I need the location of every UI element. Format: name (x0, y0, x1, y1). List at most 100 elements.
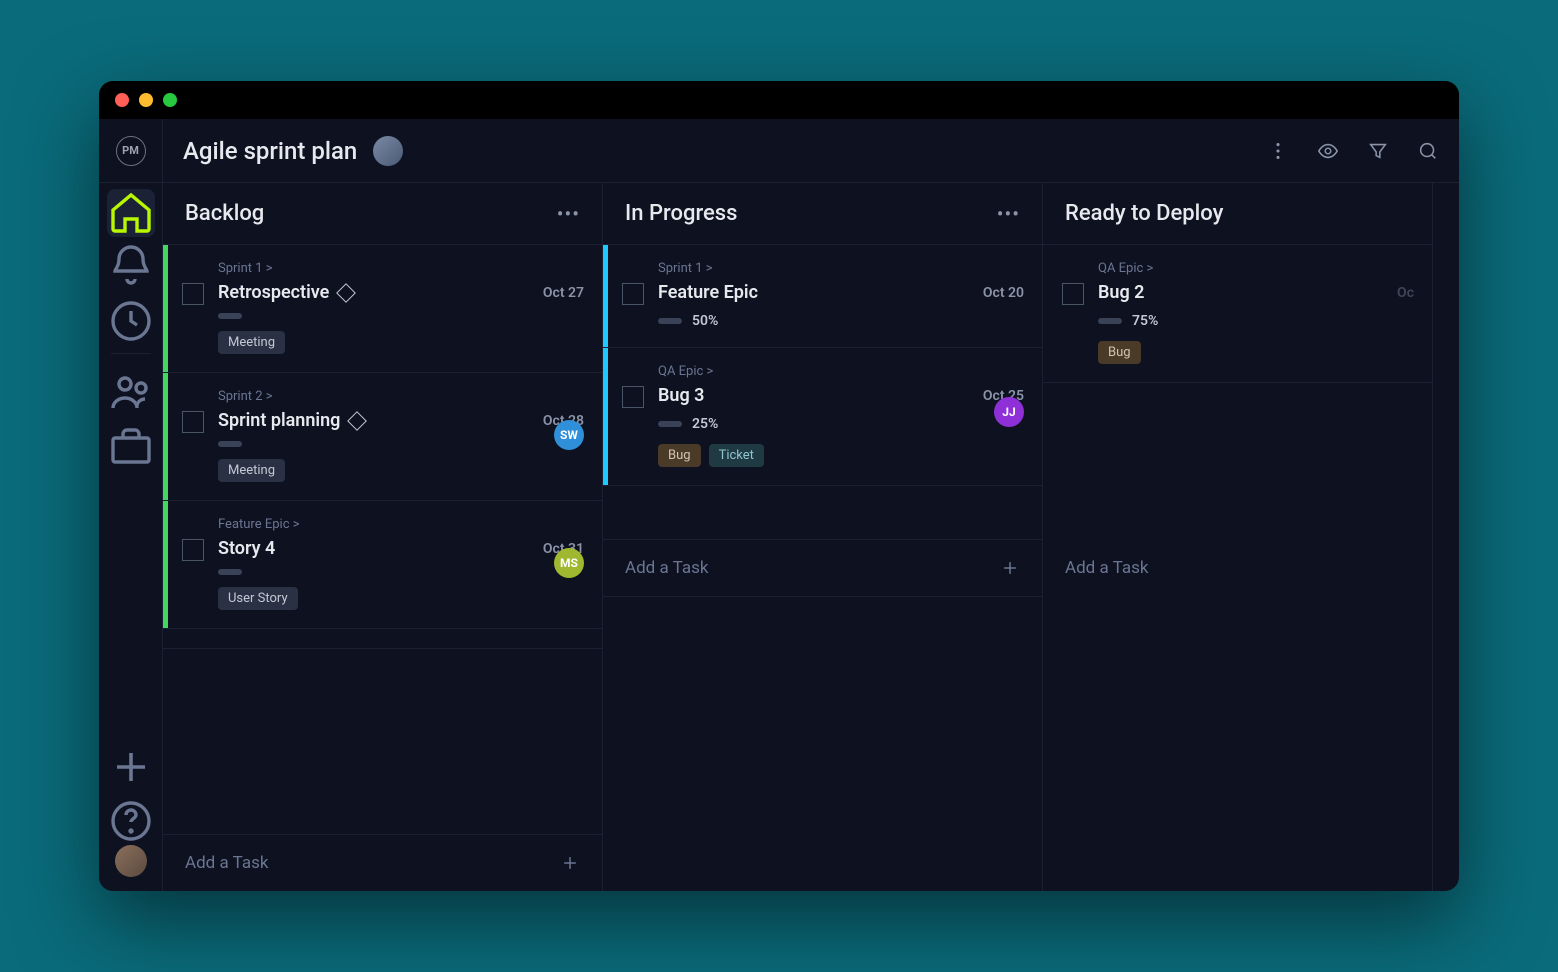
task-date: Oc (1397, 285, 1414, 301)
card-accent (163, 501, 168, 628)
sidebar-team-button[interactable] (107, 368, 155, 416)
plus-icon (1000, 558, 1020, 578)
more-vertical-icon (1267, 140, 1289, 162)
clock-icon (107, 297, 155, 345)
task-parent[interactable]: Sprint 1 > (218, 261, 584, 276)
task-title: Bug 2 (1098, 282, 1144, 303)
add-task-label: Add a Task (185, 853, 268, 873)
plus-icon (107, 743, 155, 791)
task-parent[interactable]: Sprint 1 > (658, 261, 1024, 276)
task-parent[interactable]: Sprint 2 > (218, 389, 584, 404)
bell-icon (107, 243, 155, 291)
task-checkbox[interactable] (622, 283, 644, 305)
task-tag[interactable]: Meeting (218, 459, 285, 482)
people-icon (107, 368, 155, 416)
card-accent (163, 245, 168, 372)
task-parent[interactable]: QA Epic > (658, 364, 1024, 379)
add-task-button[interactable]: Add a Task (603, 539, 1042, 597)
sidebar-divider (111, 353, 151, 354)
window-close-button[interactable] (115, 93, 129, 107)
sidebar-recent-button[interactable] (107, 297, 155, 345)
card-list: Sprint 1 > Feature Epic Oct 20 50% (603, 245, 1042, 539)
sidebar-home-button[interactable] (107, 189, 155, 237)
plus-icon (560, 853, 580, 873)
progress-text: 50% (692, 313, 718, 329)
task-tag[interactable]: User Story (218, 587, 298, 610)
task-date: Oct 27 (543, 285, 584, 301)
progress-indicator (658, 318, 682, 324)
task-tag[interactable]: Ticket (709, 444, 764, 467)
more-button[interactable] (1267, 140, 1289, 162)
task-card[interactable]: Feature Epic > Story 4 Oct 31 User Story (163, 501, 602, 629)
sidebar-user-avatar[interactable] (115, 845, 147, 877)
column-title: Backlog (185, 201, 264, 226)
titlebar (99, 81, 1459, 119)
sidebar-help-button[interactable] (107, 797, 155, 845)
task-date: Oct 20 (983, 285, 1024, 301)
task-card[interactable]: Sprint 2 > Sprint planning Oct 28 Meetin… (163, 373, 602, 501)
column-backlog: Backlog ••• Sprint 1 > Retrospective (163, 183, 603, 891)
column-menu-button[interactable]: ••• (557, 202, 580, 226)
sidebar: PM (99, 119, 163, 891)
task-checkbox[interactable] (182, 411, 204, 433)
filter-button[interactable] (1367, 140, 1389, 162)
card-list: Sprint 1 > Retrospective Oct 27 Meeting (163, 245, 602, 834)
progress-indicator (218, 569, 242, 575)
app-window: PM (99, 81, 1459, 891)
header-actions (1267, 140, 1439, 162)
home-icon (107, 189, 155, 237)
column-menu-button[interactable]: ••• (997, 202, 1020, 226)
filter-icon (1367, 140, 1389, 162)
task-tag[interactable]: Bug (1098, 341, 1141, 364)
task-card[interactable]: QA Epic > Bug 2 Oc 75% B (1043, 245, 1432, 383)
task-title: Feature Epic (658, 282, 758, 303)
task-checkbox[interactable] (182, 539, 204, 561)
task-card[interactable]: Sprint 1 > Retrospective Oct 27 Meeting (163, 245, 602, 373)
card-accent (603, 245, 608, 347)
progress-text: 75% (1132, 313, 1158, 329)
card-accent (163, 373, 168, 500)
search-button[interactable] (1417, 140, 1439, 162)
column-ready-to-deploy: Ready to Deploy QA Epic > Bug 2 Oc (1043, 183, 1433, 891)
sidebar-projects-button[interactable] (107, 422, 155, 470)
column-title: In Progress (625, 201, 737, 226)
task-title: Sprint planning (218, 410, 340, 431)
briefcase-icon (107, 422, 155, 470)
window-minimize-button[interactable] (139, 93, 153, 107)
search-icon (1417, 140, 1439, 162)
sidebar-notifications-button[interactable] (107, 243, 155, 291)
task-card[interactable]: Sprint 1 > Feature Epic Oct 20 50% (603, 245, 1042, 348)
app-logo[interactable]: PM (99, 119, 163, 183)
app-body: PM (99, 119, 1459, 891)
add-task-button[interactable]: Add a Task (163, 834, 602, 891)
main-area: Agile sprint plan (163, 119, 1459, 891)
task-checkbox[interactable] (1062, 283, 1084, 305)
task-title: Story 4 (218, 538, 275, 559)
eye-icon (1317, 140, 1339, 162)
task-parent[interactable]: Feature Epic > (218, 517, 584, 532)
assignee-avatar[interactable]: MS (554, 548, 584, 578)
assignee-avatar[interactable]: JJ (994, 397, 1024, 427)
page-header: Agile sprint plan (163, 119, 1459, 183)
window-maximize-button[interactable] (163, 93, 177, 107)
project-owner-avatar[interactable] (373, 136, 403, 166)
add-task-label: Add a Task (625, 558, 708, 578)
card-divider (163, 629, 602, 649)
task-card[interactable]: QA Epic > Bug 3 Oct 25 25% (603, 348, 1042, 486)
visibility-button[interactable] (1317, 140, 1339, 162)
column-header: In Progress ••• (603, 183, 1042, 245)
progress-indicator (218, 441, 242, 447)
card-accent (603, 348, 608, 485)
add-task-label: Add a Task (1065, 558, 1148, 578)
add-task-button[interactable]: Add a Task (1043, 540, 1432, 596)
task-checkbox[interactable] (182, 283, 204, 305)
task-parent[interactable]: QA Epic > (1098, 261, 1414, 276)
sidebar-add-button[interactable] (107, 743, 155, 791)
task-checkbox[interactable] (622, 386, 644, 408)
task-tag[interactable]: Meeting (218, 331, 285, 354)
progress-indicator (218, 313, 242, 319)
card-accent (1043, 245, 1048, 382)
assignee-avatar[interactable]: SW (554, 420, 584, 450)
kanban-board[interactable]: Backlog ••• Sprint 1 > Retrospective (163, 183, 1459, 891)
task-tag[interactable]: Bug (658, 444, 701, 467)
